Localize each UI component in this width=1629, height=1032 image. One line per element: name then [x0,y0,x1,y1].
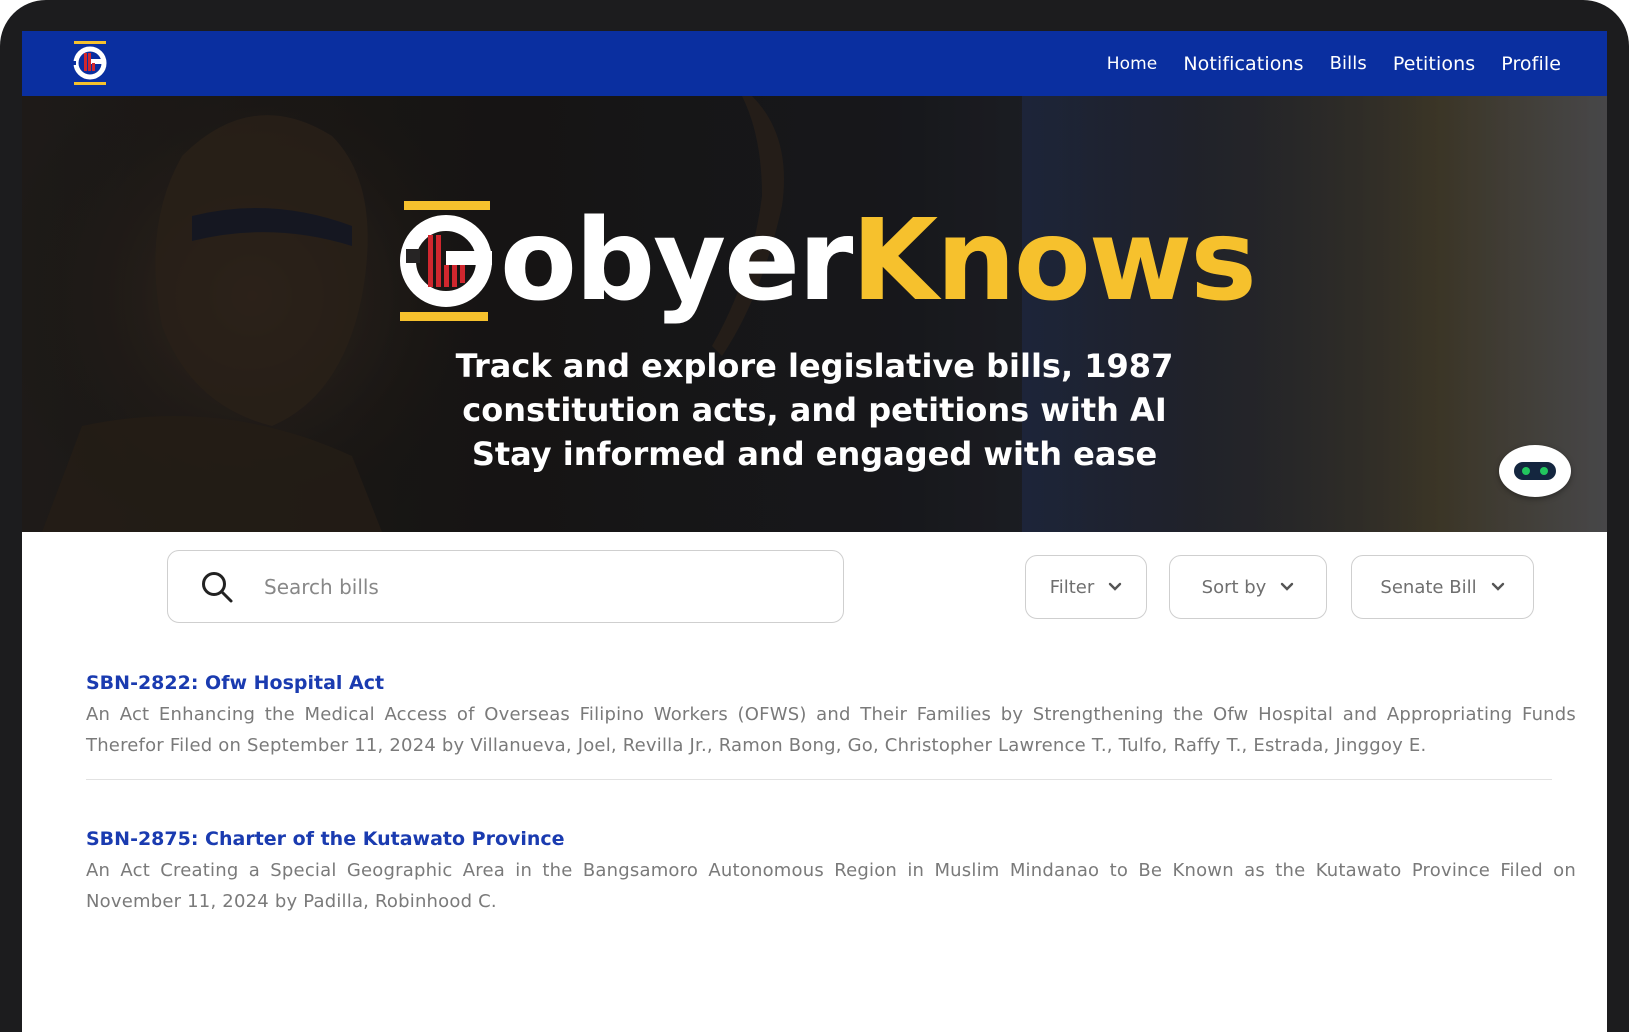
brand-wordmark: obyerKnows [500,205,1257,317]
gobyer-logo-icon[interactable] [72,39,108,87]
nav-notifications[interactable]: Notifications [1183,53,1303,75]
filter-dropdown[interactable]: Filter [1025,555,1147,619]
app-screen: Home Notifications Bills Petitions Profi… [22,31,1607,1032]
sort-label: Sort by [1201,576,1267,598]
bill-type-dropdown[interactable]: Senate Bill [1351,555,1534,619]
brand-g-icon [400,201,492,321]
nav-petitions[interactable]: Petitions [1393,53,1475,75]
bill-item: SBN-2822: Ofw Hospital Act An Act Enhanc… [86,672,1576,798]
nav-bills[interactable]: Bills [1330,53,1367,74]
hero-brand-logo: obyerKnows [394,196,1257,326]
device-frame: Home Notifications Bills Petitions Profi… [0,0,1629,1032]
brand-wordmark-white: obyer [500,196,853,326]
top-navbar: Home Notifications Bills Petitions Profi… [22,31,1607,96]
chatbot-button[interactable] [1499,445,1571,497]
sort-dropdown[interactable]: Sort by [1169,555,1327,619]
hero-tagline: Track and explore legislative bills, 198… [22,344,1607,476]
bill-list: SBN-2822: Ofw Hospital Act An Act Enhanc… [86,672,1576,935]
bill-type-label: Senate Bill [1380,576,1477,598]
tagline-line-3: Stay informed and engaged with ease [471,435,1158,473]
bill-title-link[interactable]: SBN-2875: Charter of the Kutawato Provin… [86,828,565,850]
bill-description: An Act Creating a Special Geographic Are… [86,860,1576,912]
brand-wordmark-yellow: Knows [851,196,1257,326]
bill-description: An Act Enhancing the Medical Access of O… [86,704,1576,756]
chevron-down-icon [1281,582,1294,591]
filter-label: Filter [1049,576,1095,598]
nav-home[interactable]: Home [1107,54,1158,74]
main-nav: Home Notifications Bills Petitions Profi… [1081,31,1561,96]
hero-banner: obyerKnows Track and explore legislative… [22,96,1607,532]
bill-title-link[interactable]: SBN-2822: Ofw Hospital Act [86,672,384,694]
chatbot-icon [1514,462,1556,480]
search-bar[interactable] [167,550,844,623]
chevron-down-icon [1491,582,1504,591]
tagline-line-2: constitution acts, and petitions with AI [462,391,1167,429]
search-input[interactable] [264,574,824,599]
search-icon [202,571,233,602]
bill-item: SBN-2875: Charter of the Kutawato Provin… [86,828,1576,935]
chevron-down-icon [1109,582,1122,591]
tagline-line-1: Track and explore legislative bills, 198… [455,347,1174,385]
nav-profile[interactable]: Profile [1501,53,1561,75]
bill-divider [86,779,1552,780]
